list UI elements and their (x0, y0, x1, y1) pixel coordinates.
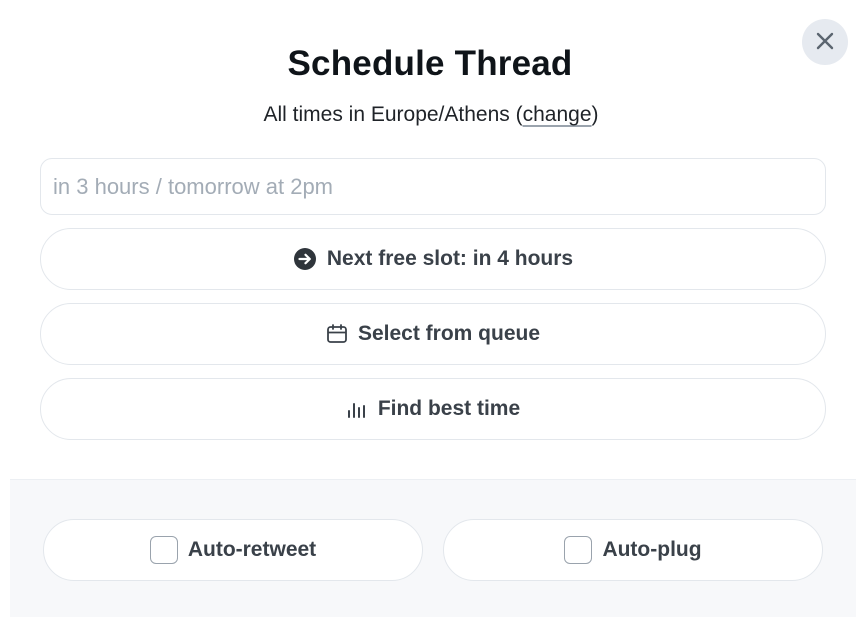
timezone-note: All times in Europe/Athens (change) (0, 103, 856, 127)
next-free-slot-button[interactable]: Next free slot: in 4 hours (40, 228, 826, 290)
dialog-title: Schedule Thread (287, 44, 573, 83)
select-from-queue-label: Select from queue (357, 322, 541, 345)
arrow-right-circle-icon (293, 247, 317, 271)
schedule-thread-dialog: Schedule Thread All times in Europe/Athe… (0, 0, 856, 617)
find-best-time-button[interactable]: Find best time (40, 378, 826, 440)
timezone-suffix: ) (591, 103, 599, 126)
timezone-prefix: All times in Europe/Athens ( (263, 103, 523, 126)
auto-retweet-label: Auto-retweet (187, 538, 317, 561)
auto-retweet-checkbox[interactable] (149, 536, 178, 564)
next-free-slot-label: Next free slot: in 4 hours (326, 247, 574, 270)
bar-chart-icon (346, 398, 368, 420)
calendar-icon (326, 323, 348, 345)
find-best-time-label: Find best time (377, 397, 521, 420)
change-timezone-link[interactable]: change (523, 103, 592, 126)
auto-plug-label: Auto-plug (602, 538, 702, 561)
auto-retweet-toggle[interactable]: Auto-retweet (43, 519, 423, 581)
schedule-time-input[interactable] (40, 158, 826, 215)
auto-plug-checkbox[interactable] (564, 536, 593, 564)
select-from-queue-button[interactable]: Select from queue (40, 303, 826, 365)
auto-plug-toggle[interactable]: Auto-plug (443, 519, 823, 581)
